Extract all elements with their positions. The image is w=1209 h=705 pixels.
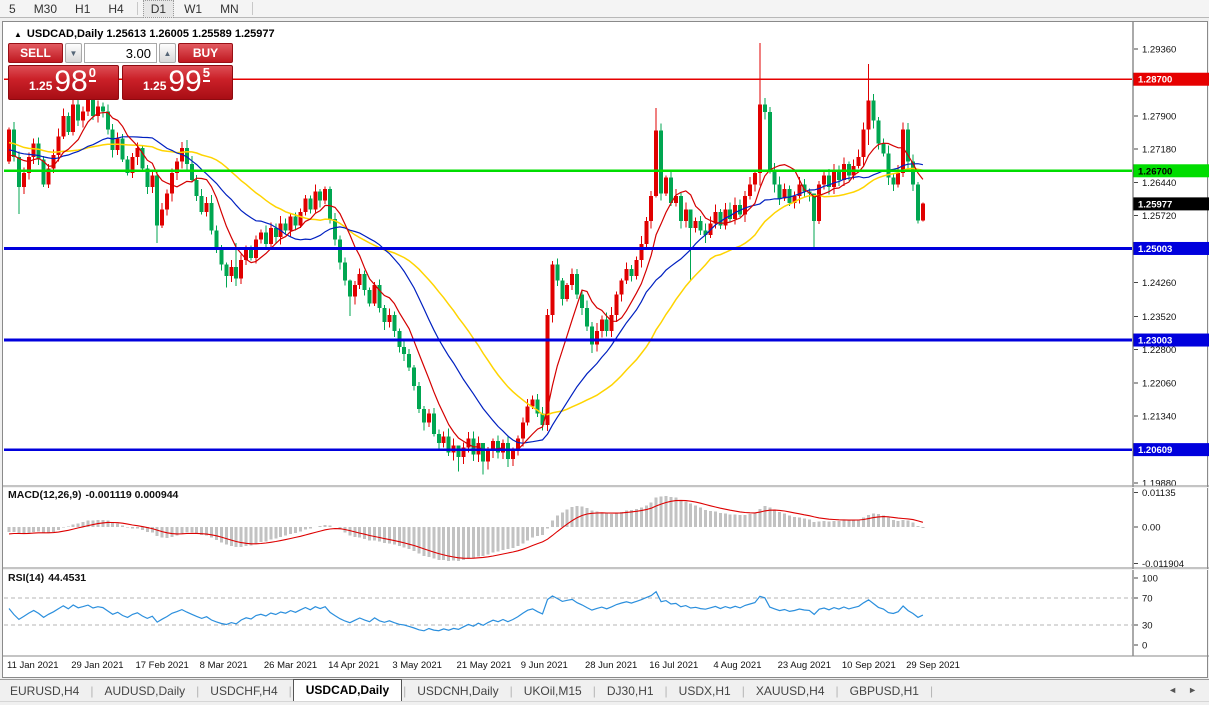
timeframe-M30[interactable]: M30 — [26, 0, 65, 18]
svg-text:1.24260: 1.24260 — [1142, 278, 1176, 289]
timeframe-MN[interactable]: MN — [212, 0, 247, 18]
chart-window: 1.28700 1.26700 1.25003 1.23003 1.20609 1.259… — [2, 21, 1209, 678]
svg-text:10 Sep 2021: 10 Sep 2021 — [842, 660, 896, 671]
buy-price-big: 99 — [168, 65, 202, 98]
svg-text:9 Jun 2021: 9 Jun 2021 — [521, 660, 568, 671]
status-strip — [0, 701, 1209, 705]
tab-scroll-left-icon[interactable]: ◄ — [1168, 685, 1177, 695]
svg-text:1.27180: 1.27180 — [1142, 144, 1176, 155]
buy-button[interactable]: BUY — [178, 43, 233, 63]
svg-text:29 Jan 2021: 29 Jan 2021 — [71, 660, 123, 671]
svg-text:4 Aug 2021: 4 Aug 2021 — [713, 660, 761, 671]
svg-text:23 Aug 2021: 23 Aug 2021 — [778, 660, 831, 671]
svg-text:100: 100 — [1142, 573, 1158, 584]
svg-text:28 Jun 2021: 28 Jun 2021 — [585, 660, 637, 671]
svg-text:1.25977: 1.25977 — [1138, 199, 1172, 210]
svg-text:1.27900: 1.27900 — [1142, 111, 1176, 122]
tab-usdx-h1[interactable]: USDX,H1 — [669, 682, 741, 701]
buy-price-prefix: 1.25 — [143, 79, 167, 93]
collapse-chart-icon[interactable]: ▲ — [14, 30, 22, 39]
svg-text:11 Jan 2021: 11 Jan 2021 — [7, 660, 59, 671]
timeframe-H4[interactable]: H4 — [100, 0, 131, 18]
svg-text:0: 0 — [1142, 641, 1147, 652]
svg-text:3 May 2021: 3 May 2021 — [392, 660, 442, 671]
sell-price-button[interactable]: 1.25 98 0 — [8, 65, 119, 100]
svg-text:1.23520: 1.23520 — [1142, 312, 1176, 323]
timeframe-D1[interactable]: D1 — [142, 0, 175, 18]
svg-text:1.21340: 1.21340 — [1142, 412, 1176, 423]
chart-title-text: USDCAD,Daily 1.25613 1.26005 1.25589 1.2… — [26, 28, 275, 40]
timeframe-H1[interactable]: H1 — [67, 0, 98, 18]
toolbar-separator — [251, 2, 253, 15]
svg-text:16 Jul 2021: 16 Jul 2021 — [649, 660, 698, 671]
volume-decrease-button[interactable]: ▼ — [65, 43, 82, 63]
svg-text:29 Sep 2021: 29 Sep 2021 — [906, 660, 960, 671]
tab-usdchf-h4[interactable]: USDCHF,H4 — [200, 682, 287, 701]
sell-price-big: 98 — [54, 65, 88, 98]
tab-gbpusd-h1[interactable]: GBPUSD,H1 — [840, 682, 929, 701]
tab-usdcnh-daily[interactable]: USDCNH,Daily — [407, 682, 508, 701]
svg-text:21 May 2021: 21 May 2021 — [457, 660, 512, 671]
price-chart-canvas: 1.287001.267001.250031.230031.206091.259… — [3, 22, 1209, 671]
svg-text:1.25003: 1.25003 — [1138, 244, 1172, 255]
sell-button[interactable]: SELL — [8, 43, 63, 63]
tab-ukoil-m15[interactable]: UKOil,M15 — [514, 682, 592, 701]
one-click-trading-panel: SELL ▼ ▲ BUY 1.25 98 0 1.25 99 5 — [8, 43, 233, 100]
timeframe-W1[interactable]: W1 — [176, 0, 210, 18]
svg-text:70: 70 — [1142, 594, 1153, 605]
tab-separator: | — [929, 684, 934, 698]
timeframe-5[interactable]: 5 — [1, 0, 24, 18]
chart-title: ▲ USDCAD,Daily 1.25613 1.26005 1.25589 1… — [14, 28, 275, 40]
tab-eurusd-h4[interactable]: EURUSD,H4 — [0, 682, 89, 701]
volume-input[interactable] — [84, 43, 157, 63]
tab-xauusd-h4[interactable]: XAUUSD,H4 — [746, 682, 835, 701]
triangle-down-icon: ▼ — [69, 48, 78, 58]
svg-text:0.01135: 0.01135 — [1142, 488, 1176, 499]
volume-increase-button[interactable]: ▲ — [159, 43, 176, 63]
tab-usdcad-daily[interactable]: USDCAD,Daily — [292, 679, 403, 701]
rsi-indicator-label: RSI(14) 44.4531 — [8, 572, 87, 584]
buy-price-button[interactable]: 1.25 99 5 — [122, 65, 233, 100]
chart-tabs-bar: ◄ ► EURUSD,H4 | AUDUSD,Daily | USDCHF,H4 | USD… — [0, 679, 1209, 701]
tab-scroll-right-icon[interactable]: ► — [1188, 685, 1197, 695]
timeframe-toolbar: 5 M30 H1 H4 D1 W1 MN — [0, 0, 1209, 18]
sell-price-sup: 0 — [88, 65, 96, 82]
svg-text:1.22060: 1.22060 — [1142, 379, 1176, 390]
svg-text:1.29360: 1.29360 — [1142, 45, 1176, 56]
svg-text:1.26700: 1.26700 — [1138, 166, 1172, 177]
svg-text:1.20609: 1.20609 — [1138, 445, 1172, 456]
triangle-up-icon: ▲ — [163, 48, 172, 58]
sell-price-prefix: 1.25 — [29, 79, 53, 93]
svg-text:1.22800: 1.22800 — [1142, 345, 1176, 356]
buy-price-sup: 5 — [202, 65, 210, 82]
svg-text:1.26440: 1.26440 — [1142, 178, 1176, 189]
tab-audusd-daily[interactable]: AUDUSD,Daily — [94, 682, 195, 701]
tab-dj30-h1[interactable]: DJ30,H1 — [597, 682, 664, 701]
svg-text:1.25720: 1.25720 — [1142, 211, 1176, 222]
svg-text:14 Apr 2021: 14 Apr 2021 — [328, 660, 379, 671]
toolbar-separator — [136, 2, 138, 15]
svg-text:30: 30 — [1142, 620, 1153, 631]
svg-text:8 Mar 2021: 8 Mar 2021 — [200, 660, 248, 671]
svg-text:26 Mar 2021: 26 Mar 2021 — [264, 660, 317, 671]
svg-text:17 Feb 2021: 17 Feb 2021 — [135, 660, 188, 671]
macd-indicator-label: MACD(12,26,9) -0.001119 0.000944 — [8, 489, 179, 501]
svg-text:1.28700: 1.28700 — [1138, 75, 1172, 86]
svg-text:0.00: 0.00 — [1142, 522, 1161, 533]
